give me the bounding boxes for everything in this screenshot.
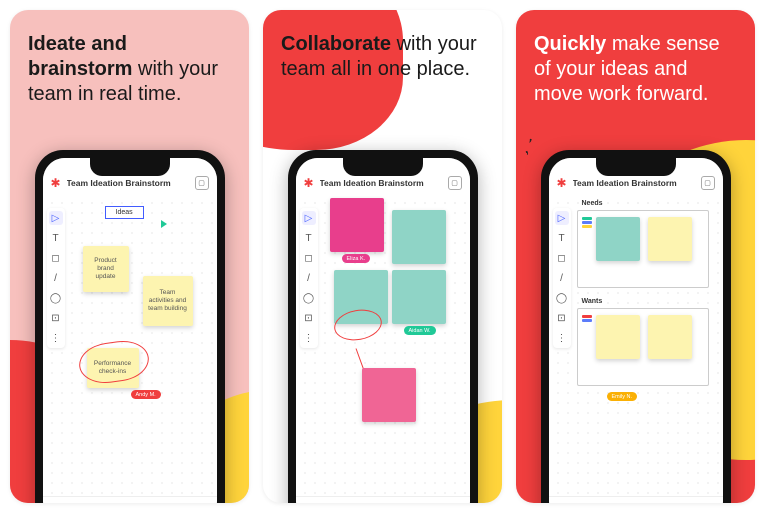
collaborator-cursor-icon (161, 220, 167, 228)
sticky-note[interactable] (392, 210, 446, 264)
app-logo-icon: ✱ (557, 177, 569, 189)
phone-notch (343, 158, 423, 176)
canvas[interactable]: Ideas Product brand update Team activiti… (65, 198, 217, 496)
tool-text-icon[interactable]: T (49, 231, 63, 245)
sticky-note[interactable] (330, 198, 384, 252)
app-screen: ✱ Team Ideation Brainstorm ▢ ▷ T ◻ / ◯ ⊡… (549, 158, 723, 503)
tool-palette: ▷ T ◻ / ◯ ⊡ ⋮ (47, 208, 65, 348)
promo-panel-3: , , Quickly make sense of your ideas and… (516, 10, 755, 503)
tool-palette: ▷ T ◻ / ◯ ⊡ ⋮ (300, 208, 318, 348)
app-screen: ✱ Team Ideation Brainstorm ▢ ▷ T ◻ / ◯ ⊡… (43, 158, 217, 503)
tool-palette: ▷ T ◻ / ◯ ⊡ ⋮ (553, 208, 571, 348)
tool-select-icon[interactable]: ▷ (555, 211, 569, 225)
spark-accent-icon: , (528, 130, 536, 144)
promo-panel-2: Collaborate with your team all in one pl… (263, 10, 502, 503)
vote-stack-icon (582, 315, 592, 322)
tool-shape-icon[interactable]: ◯ (555, 291, 569, 305)
present-icon[interactable]: ▢ (195, 176, 209, 190)
tool-frame-icon[interactable]: ⊡ (49, 311, 63, 325)
tool-sticky-icon[interactable]: ◻ (302, 251, 316, 265)
user-tag: Andy M. (131, 390, 161, 399)
sticky-note[interactable]: Team activities and team building (143, 276, 193, 326)
tool-line-icon[interactable]: / (49, 271, 63, 285)
phone-mockup: ✱ Team Ideation Brainstorm ▢ ▷ T ◻ / ◯ ⊡… (541, 150, 731, 503)
present-icon[interactable]: ▢ (701, 176, 715, 190)
phone-mockup: ✱ Team Ideation Brainstorm ▢ ▷ T ◻ / ◯ ⊡… (288, 150, 478, 503)
headline: Ideate and brainstorm with your team in … (28, 32, 231, 107)
vote-stack-icon (582, 217, 592, 228)
canvas[interactable]: Eliza K. Aidan W. (318, 198, 470, 496)
headline: Collaborate with your team all in one pl… (281, 32, 484, 82)
sticky-note[interactable]: Product brand update (83, 246, 129, 292)
frame-wants[interactable]: Wants (577, 308, 709, 386)
tool-select-icon[interactable]: ▷ (302, 211, 316, 225)
tool-shape-icon[interactable]: ◯ (49, 291, 63, 305)
app-logo-icon: ✱ (304, 177, 316, 189)
tool-frame-icon[interactable]: ⊡ (302, 311, 316, 325)
tool-more-icon[interactable]: ⋮ (555, 331, 569, 345)
user-tag: Emily N. (607, 392, 637, 401)
present-icon[interactable]: ▢ (448, 176, 462, 190)
tool-sticky-icon[interactable]: ◻ (555, 251, 569, 265)
phone-notch (90, 158, 170, 176)
tool-more-icon[interactable]: ⋮ (49, 331, 63, 345)
spark-accent-icon: , (522, 142, 530, 156)
tool-text-icon[interactable]: T (302, 231, 316, 245)
tool-line-icon[interactable]: / (555, 271, 569, 285)
phone-notch (596, 158, 676, 176)
tool-shape-icon[interactable]: ◯ (302, 291, 316, 305)
bottom-toolbar: ↶ ↷ − 100% + (296, 496, 470, 503)
board-title: Team Ideation Brainstorm (67, 178, 191, 188)
user-tag: Eliza K. (342, 254, 371, 263)
sticky-note[interactable] (362, 368, 416, 422)
sticky-note[interactable] (596, 217, 640, 261)
canvas[interactable]: Needs Wants Emily N. (571, 198, 723, 496)
headline: Quickly make sense of your ideas and mov… (534, 32, 737, 107)
user-tag: Aidan W. (404, 326, 436, 335)
sticky-note[interactable] (648, 315, 692, 359)
board-title: Team Ideation Brainstorm (320, 178, 444, 188)
sticky-note[interactable] (392, 270, 446, 324)
app-screen: ✱ Team Ideation Brainstorm ▢ ▷ T ◻ / ◯ ⊡… (296, 158, 470, 503)
tool-frame-icon[interactable]: ⊡ (555, 311, 569, 325)
frame-title: Needs (580, 200, 605, 207)
sticky-note[interactable] (596, 315, 640, 359)
bottom-toolbar: ↶ ↷ − 100% + (43, 496, 217, 503)
promo-panel-1: Ideate and brainstorm with your team in … (10, 10, 249, 503)
frame-needs[interactable]: Needs (577, 210, 709, 288)
tool-sticky-icon[interactable]: ◻ (49, 251, 63, 265)
tool-text-icon[interactable]: T (555, 231, 569, 245)
tool-line-icon[interactable]: / (302, 271, 316, 285)
tool-more-icon[interactable]: ⋮ (302, 331, 316, 345)
frame-title: Wants (580, 298, 605, 305)
board-title: Team Ideation Brainstorm (573, 178, 697, 188)
tool-select-icon[interactable]: ▷ (49, 211, 63, 225)
text-element-selected[interactable]: Ideas (105, 206, 144, 219)
sticky-note[interactable] (648, 217, 692, 261)
bottom-toolbar: ↶ ↷ − 100% + (549, 496, 723, 503)
phone-mockup: ✱ Team Ideation Brainstorm ▢ ▷ T ◻ / ◯ ⊡… (35, 150, 225, 503)
app-logo-icon: ✱ (51, 177, 63, 189)
